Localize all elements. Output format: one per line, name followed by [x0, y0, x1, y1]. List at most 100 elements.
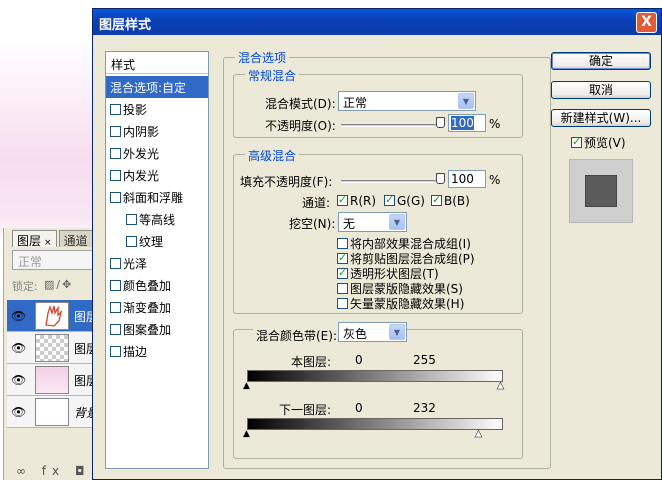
hand-icon	[45, 304, 63, 327]
style-list-item[interactable]: 图案叠加	[106, 318, 208, 340]
opacity-slider[interactable]	[341, 124, 441, 127]
style-checkbox[interactable]	[110, 170, 121, 181]
advanced-blending-title: 高级混合	[245, 147, 300, 164]
this-layer-high-value: 255	[413, 353, 436, 367]
style-list-item[interactable]: 描边	[106, 340, 208, 362]
layer-style-dialog: 图层样式 X 样式 混合选项:自定 投影 内阴影 外发光 内发光 斜面和浮雕 等高线 纹理 光泽…	[92, 8, 662, 480]
style-list-item-label: 内阴影	[123, 125, 160, 139]
opacity-input[interactable]: 100	[448, 114, 486, 132]
layers-panel: 图层 × 通道 正常 锁定: ▨∕✥ 👁 图层 👁 图层 👁 图层 👁 背景 ∞ …	[3, 228, 98, 480]
lock-icons[interactable]: ▨∕✥	[44, 278, 73, 291]
layer-thumbnail	[35, 302, 69, 330]
channel-r-checkbox[interactable]: R(R)	[337, 193, 376, 208]
this-layer-gradient	[247, 370, 503, 382]
underlying-black-slider[interactable]: ▲	[243, 430, 250, 439]
fill-opacity-slider-handle[interactable]	[436, 173, 445, 184]
layers-footer-icons[interactable]: ∞ fx ◘	[16, 464, 90, 478]
style-list-item-label: 描边	[123, 345, 148, 359]
opacity-unit: %	[489, 117, 501, 131]
underlying-layer-gradient	[247, 418, 503, 430]
style-list-item[interactable]: 光泽	[106, 252, 208, 274]
knockout-label: 挖空(N):	[289, 217, 336, 231]
style-checkbox[interactable]	[110, 302, 121, 313]
underlying-high-value: 232	[413, 401, 436, 415]
eye-icon[interactable]: 👁	[11, 309, 26, 323]
preview-swatch	[569, 159, 633, 223]
blend-if-group	[233, 329, 523, 459]
style-list-item[interactable]: 混合选项:自定	[106, 76, 208, 98]
fill-opacity-label: 填充不透明度(F):	[240, 175, 333, 189]
advanced-option-checkbox[interactable]: 矢量蒙版隐藏效果(H)	[337, 295, 464, 312]
style-list-item-label: 等高线	[139, 213, 176, 227]
fill-opacity-slider[interactable]	[341, 180, 441, 183]
channel-b-checkbox[interactable]: B(B)	[431, 193, 470, 208]
eye-icon[interactable]: 👁	[11, 341, 26, 355]
style-checkbox[interactable]	[110, 324, 121, 335]
layer-thumbnail	[35, 398, 69, 426]
layers-blend-mode-select[interactable]: 正常	[12, 250, 94, 270]
general-blending-title: 常规混合	[245, 67, 300, 84]
style-list-item-label: 图案叠加	[123, 323, 172, 337]
lock-label: 锁定:	[12, 280, 38, 293]
eye-icon[interactable]: 👁	[11, 405, 26, 419]
style-list-item[interactable]: 内发光	[106, 164, 208, 186]
style-list-item-label: 内发光	[123, 169, 160, 183]
fill-opacity-input[interactable]: 100	[448, 170, 486, 188]
new-style-button[interactable]: 新建样式(W)...	[551, 109, 651, 127]
underlying-low-value: 0	[355, 401, 363, 415]
channel-g-checkbox[interactable]: G(G)	[384, 193, 425, 208]
style-checkbox[interactable]	[110, 104, 121, 115]
style-list-item-label: 混合选项:自定	[110, 81, 187, 95]
layer-row[interactable]: 👁 图层	[7, 364, 98, 396]
knockout-select[interactable]: 无 ▼	[338, 212, 407, 232]
style-list-item[interactable]: 内阴影	[106, 120, 208, 142]
layer-row[interactable]: 👁 背景	[7, 396, 98, 428]
layer-row[interactable]: 👁 图层	[7, 300, 98, 332]
dialog-title: 图层样式	[99, 18, 152, 33]
style-checkbox[interactable]	[110, 280, 121, 291]
underlying-white-slider[interactable]: ▲	[475, 429, 483, 439]
blend-options-title: 混合选项	[235, 49, 290, 66]
this-layer-label: 本图层:	[291, 355, 332, 369]
style-checkbox[interactable]	[126, 214, 137, 225]
style-list-item[interactable]: 投影	[106, 98, 208, 120]
style-checkbox[interactable]	[110, 258, 121, 269]
style-list-item[interactable]: 斜面和浮雕	[106, 186, 208, 208]
style-list-item[interactable]: 外发光	[106, 142, 208, 164]
eye-icon[interactable]: 👁	[11, 373, 26, 387]
tab-layers[interactable]: 图层 ×	[12, 230, 57, 248]
this-layer-black-slider[interactable]: ▲	[243, 382, 250, 391]
style-list-item[interactable]: 颜色叠加	[106, 274, 208, 296]
layer-thumbnail	[35, 334, 69, 362]
style-list-item[interactable]: 纹理	[106, 230, 208, 252]
title-bar[interactable]: 图层样式 X	[93, 9, 661, 35]
close-icon[interactable]: ×	[44, 238, 52, 248]
blend-if-select[interactable]: 灰色 ▼	[338, 322, 407, 342]
style-checkbox[interactable]	[110, 346, 121, 357]
style-checkbox[interactable]	[110, 192, 121, 203]
blend-if-label: 混合颜色带(E):	[253, 327, 340, 344]
style-list-item[interactable]: 渐变叠加	[106, 296, 208, 318]
style-list-item[interactable]: 等高线	[106, 208, 208, 230]
tab-channels[interactable]: 通道	[58, 230, 93, 248]
style-list-item-label: 渐变叠加	[123, 301, 172, 315]
style-checkbox[interactable]	[110, 126, 121, 137]
underlying-layer-label: 下一图层:	[279, 403, 332, 417]
opacity-label: 不透明度(O):	[265, 119, 336, 133]
this-layer-white-slider[interactable]: ▲	[497, 381, 505, 391]
style-list-item-label: 斜面和浮雕	[123, 191, 184, 205]
opacity-slider-handle[interactable]	[436, 117, 445, 128]
layer-row[interactable]: 👁 图层	[7, 332, 98, 364]
style-list-item-label: 光泽	[123, 257, 148, 271]
cancel-button[interactable]: 取消	[551, 81, 651, 99]
ok-button[interactable]: 确定	[551, 52, 651, 70]
style-checkbox[interactable]	[126, 236, 137, 247]
style-checkbox[interactable]	[110, 148, 121, 159]
style-list-item-label: 投影	[123, 103, 148, 117]
channels-label: 通道:	[302, 196, 331, 210]
preview-checkbox[interactable]: 预览(V)	[571, 134, 626, 151]
chevron-down-icon: ▼	[389, 214, 405, 230]
blend-mode-select[interactable]: 正常 ▼	[338, 91, 476, 111]
close-button[interactable]: X	[636, 12, 657, 33]
style-list-item-label: 纹理	[139, 235, 164, 249]
